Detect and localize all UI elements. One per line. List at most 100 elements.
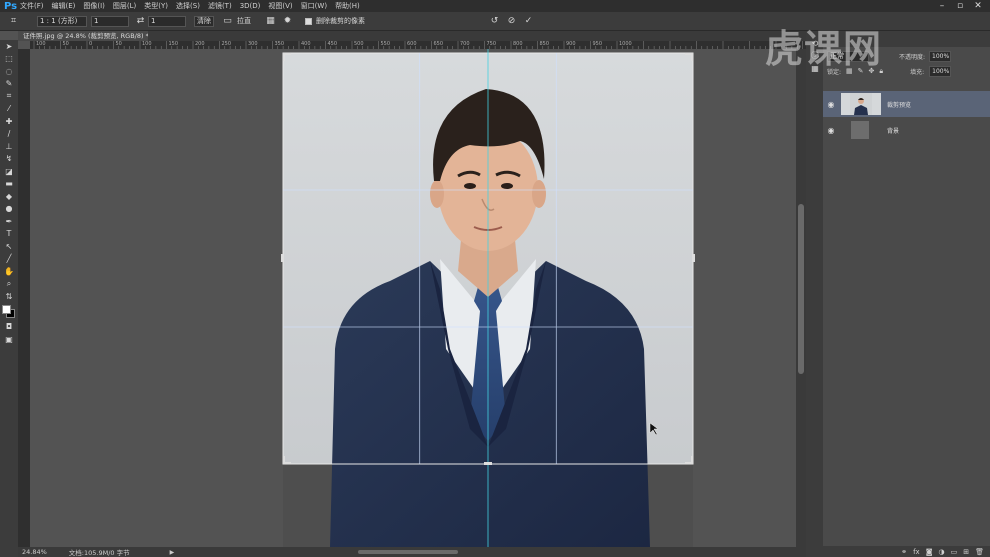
minimize-icon[interactable]: – [933, 0, 951, 12]
horizontal-scrollbar-thumb[interactable] [358, 550, 458, 554]
ruler-label: 1000 [619, 41, 632, 47]
opacity-field[interactable]: 100% [929, 51, 952, 62]
ruler-label: 450 [327, 41, 338, 47]
add-mask-icon[interactable]: ◙ [926, 548, 933, 556]
healing-brush-tool-icon[interactable]: ✚ [0, 115, 18, 128]
ruler-label: 50 [62, 41, 69, 47]
layer-style-icon[interactable]: fx [913, 548, 920, 556]
ruler-label: 550 [380, 41, 391, 47]
zoom-tool-icon[interactable]: ⌕ [0, 278, 18, 291]
zoom-level[interactable]: 24.84% [22, 548, 47, 556]
ruler-label: 100 [142, 41, 152, 47]
menu-image[interactable]: 图像(I) [83, 1, 105, 11]
crop-handle-bottom[interactable] [484, 462, 492, 465]
ruler-label: 50 [115, 41, 122, 47]
ruler-label: 650 [433, 41, 444, 47]
document-info[interactable]: 文档:105.9M/0 字节 [69, 547, 130, 557]
quick-mask-icon[interactable]: ◘ [0, 321, 18, 334]
settings-gear-icon[interactable]: ✹ [282, 16, 293, 27]
marquee-tool-icon[interactable]: ⬚ [0, 53, 18, 66]
ruler-label: 0 [89, 41, 93, 47]
link-layers-icon[interactable]: ⚭ [901, 548, 907, 556]
hand-tool-icon[interactable]: ✋ [0, 265, 18, 278]
panel-dock: ⟲ ⓘ ▦ [806, 31, 823, 557]
menu-help[interactable]: 帮助(H) [335, 1, 360, 11]
layer-name[interactable]: 裁剪预览 [887, 100, 911, 109]
layer-name[interactable]: 背景 [887, 126, 899, 135]
ruler-label: 750 [486, 41, 497, 47]
swap-colors-icon[interactable]: ⇅ [0, 290, 18, 303]
clone-stamp-tool-icon[interactable]: ⊥ [0, 140, 18, 153]
new-group-icon[interactable]: ▭ [951, 548, 958, 556]
crop-handle-left[interactable] [281, 254, 284, 262]
eraser-tool-icon[interactable]: ◪ [0, 165, 18, 178]
horizontal-ruler[interactable]: 100 50 0 50 100 150 200 250 300 350 400 450 500 550 60… [30, 41, 806, 49]
status-menu-arrow-icon[interactable]: ▶ [170, 549, 175, 556]
menu-select[interactable]: 选择(S) [176, 1, 200, 11]
pen-tool-icon[interactable]: ✒ [0, 215, 18, 228]
commit-crop-icon[interactable]: ✓ [523, 16, 534, 27]
ruler-label: 900 [566, 41, 576, 47]
document-tab-title: 证件照.jpg @ 24.8% (裁剪预览, RGB/8) * [23, 32, 148, 40]
left-ear [430, 180, 444, 208]
layer-row-background[interactable]: ◉ 背景 [823, 117, 990, 143]
menu-type[interactable]: 类型(Y) [144, 1, 168, 11]
crop-handle-right[interactable] [692, 254, 695, 262]
menu-view[interactable]: 视图(V) [268, 1, 292, 11]
layer-row-crop-preview[interactable]: ◉ 裁剪预览 [823, 91, 990, 117]
color-swatches-icon[interactable] [0, 303, 18, 321]
vertical-scrollbar-thumb[interactable] [798, 204, 804, 374]
menu-file[interactable]: 文件(F) [20, 1, 44, 11]
dodge-tool-icon[interactable]: ● [0, 203, 18, 216]
canvas-area[interactable] [30, 49, 796, 547]
crop-height-field[interactable]: 1 [148, 15, 186, 27]
clear-button[interactable]: 清除 [194, 15, 214, 27]
blur-tool-icon[interactable]: ◆ [0, 190, 18, 203]
crop-tool-preset-icon[interactable]: ⌗ [8, 16, 19, 27]
menu-3d[interactable]: 3D(D) [240, 2, 261, 10]
straighten-label[interactable]: 拉直 [237, 16, 251, 26]
menu-layer[interactable]: 图层(L) [113, 1, 136, 11]
straighten-icon[interactable]: ▭ [222, 16, 233, 27]
gradient-tool-icon[interactable]: ▬ [0, 178, 18, 191]
visibility-eye-icon[interactable]: ◉ [823, 100, 839, 109]
maximize-icon[interactable]: ▫ [951, 0, 969, 12]
delete-layer-icon[interactable]: 🗑︎ [975, 548, 984, 556]
photoshop-logo: Ps [4, 0, 18, 12]
ratio-select[interactable]: 1 : 1 (方形) [37, 15, 87, 27]
menu-filter[interactable]: 滤镜(T) [208, 1, 232, 11]
visibility-eye-icon[interactable]: ◉ [823, 126, 839, 135]
vertical-ruler[interactable] [18, 49, 30, 547]
ruler-label: 400 [301, 41, 311, 47]
crop-width-field[interactable]: 1 [91, 15, 129, 27]
screen-mode-icon[interactable]: ▣ [0, 333, 18, 346]
crop-tool-icon[interactable]: ⌗ [0, 90, 18, 103]
left-eye [464, 183, 476, 189]
eyedropper-tool-icon[interactable]: ⁄ [0, 103, 18, 116]
lasso-tool-icon[interactable]: ◌ [0, 65, 18, 78]
delete-pixels-label: 删除裁剪的像素 [316, 17, 365, 25]
move-tool-icon[interactable]: ➤ [0, 40, 18, 53]
fill-field[interactable]: 100% [929, 65, 952, 77]
ruler-label: 100 [36, 41, 46, 47]
history-brush-tool-icon[interactable]: ↯ [0, 153, 18, 166]
line-tool-icon[interactable]: ╱ [0, 253, 18, 266]
swap-dimensions-icon[interactable]: ⇄ [135, 16, 146, 27]
type-tool-icon[interactable]: T [0, 228, 18, 241]
menu-window[interactable]: 窗口(W) [301, 1, 327, 11]
adjustment-layer-icon[interactable]: ◑ [939, 548, 945, 556]
brush-tool-icon[interactable]: ∕ [0, 128, 18, 141]
vertical-scrollbar[interactable] [796, 49, 806, 547]
close-icon[interactable]: ✕ [969, 0, 987, 12]
menu-edit[interactable]: 编辑(E) [52, 1, 76, 11]
path-select-tool-icon[interactable]: ↖ [0, 240, 18, 253]
quick-select-tool-icon[interactable]: ✎ [0, 78, 18, 91]
delete-pixels-checkbox[interactable] [305, 17, 312, 25]
ruler-label: 150 [168, 41, 179, 47]
new-layer-icon[interactable]: ⊞ [963, 548, 969, 556]
reset-icon[interactable]: ↺ [489, 16, 500, 27]
cancel-crop-icon[interactable]: ⊘ [506, 16, 517, 27]
overlay-grid-icon[interactable]: ▦ [265, 16, 276, 27]
ruler-label: 700 [460, 41, 470, 47]
document-tab[interactable]: 证件照.jpg @ 24.8% (裁剪预览, RGB/8) * [18, 31, 148, 41]
